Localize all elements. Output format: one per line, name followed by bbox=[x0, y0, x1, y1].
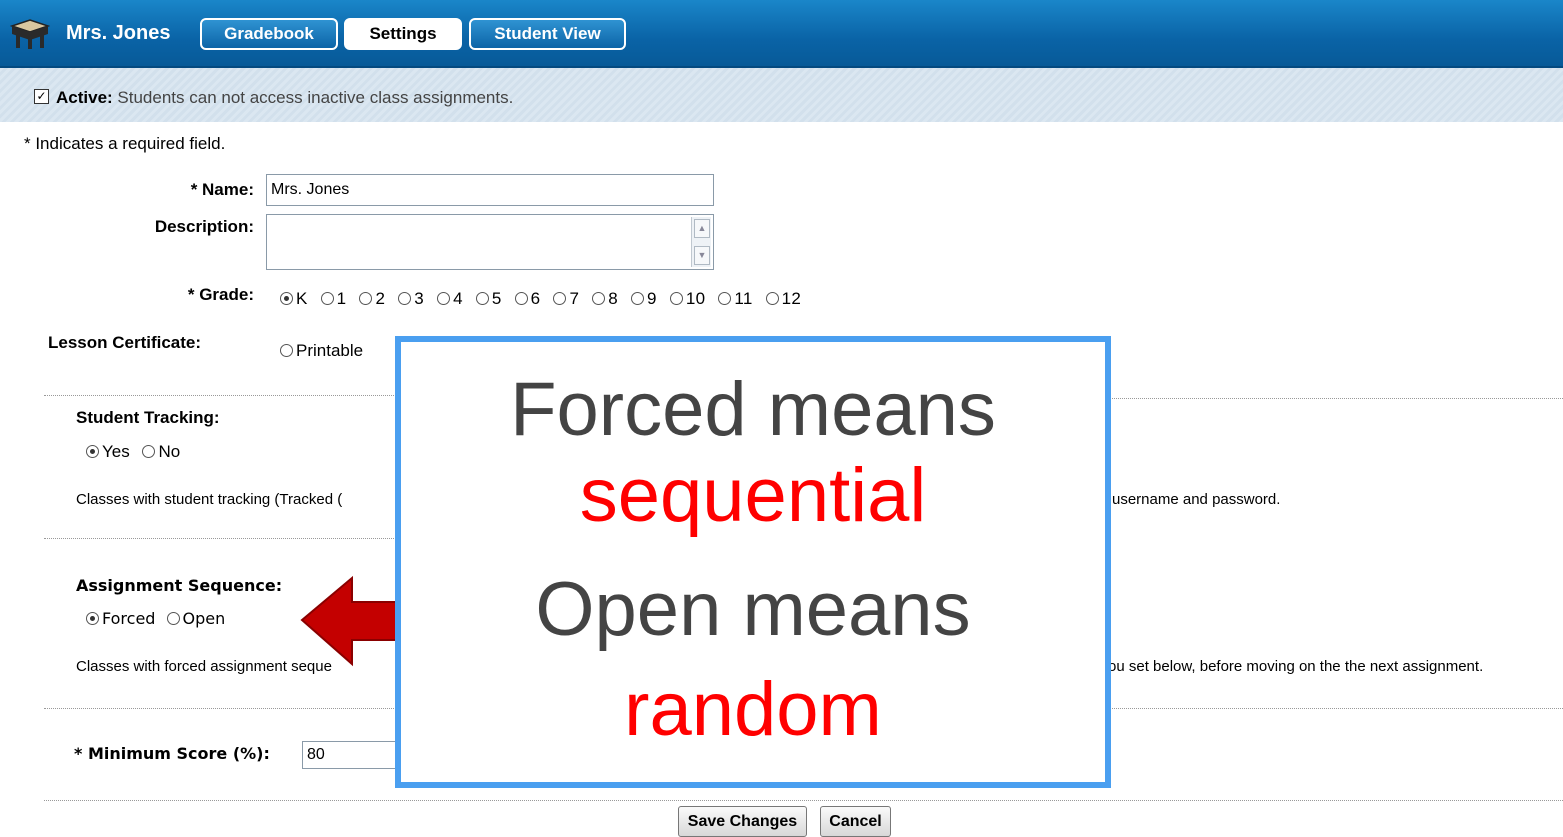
save-changes-button[interactable]: Save Changes bbox=[678, 806, 807, 837]
sequence-option-open[interactable]: Open bbox=[166, 609, 226, 628]
callout-line-random: random bbox=[624, 667, 882, 752]
grade-label: * Grade: bbox=[187, 285, 254, 304]
grade-option-label: 8 bbox=[608, 289, 619, 308]
radio-icon[interactable] bbox=[669, 292, 683, 305]
sequence-radio-group: Forced Open bbox=[86, 609, 225, 628]
tracking-no-label: No bbox=[158, 442, 181, 461]
grade-option-7[interactable]: 7 bbox=[553, 289, 579, 308]
radio-icon[interactable] bbox=[475, 292, 489, 305]
divider bbox=[44, 538, 404, 539]
desk-logo-icon bbox=[10, 19, 50, 49]
radio-icon[interactable] bbox=[631, 292, 645, 305]
radio-icon[interactable] bbox=[86, 445, 99, 458]
grade-option-k[interactable]: K bbox=[280, 289, 308, 308]
tab-student-view[interactable]: Student View bbox=[469, 18, 626, 50]
grade-option-4[interactable]: 4 bbox=[437, 289, 463, 308]
radio-icon[interactable] bbox=[280, 344, 293, 357]
active-label: Active: bbox=[56, 88, 113, 107]
tracking-yes-label: Yes bbox=[102, 442, 130, 461]
radio-icon[interactable] bbox=[142, 445, 156, 458]
tab-gradebook[interactable]: Gradebook bbox=[200, 18, 338, 50]
tracking-option-no[interactable]: No bbox=[142, 442, 180, 461]
required-field-note: * Indicates a required field. bbox=[24, 134, 226, 153]
grade-option-label: 10 bbox=[685, 289, 706, 308]
name-input[interactable]: Mrs. Jones bbox=[266, 174, 714, 206]
radio-icon[interactable] bbox=[553, 292, 567, 305]
radio-icon[interactable] bbox=[437, 292, 451, 305]
callout-line-open-means: Open means bbox=[535, 567, 971, 652]
sequence-description-left: Classes with forced assignment seque bbox=[76, 658, 332, 675]
scroll-down-icon[interactable]: ▼ bbox=[694, 246, 710, 265]
tracking-description-right: username and password. bbox=[1112, 491, 1281, 508]
grade-option-label: 12 bbox=[781, 289, 802, 308]
grade-option-9[interactable]: 9 bbox=[631, 289, 657, 308]
student-tracking-label: Student Tracking: bbox=[76, 408, 220, 427]
description-label: Description: bbox=[154, 217, 254, 236]
divider bbox=[44, 395, 404, 396]
grade-option-2[interactable]: 2 bbox=[359, 289, 385, 308]
divider bbox=[1104, 708, 1563, 709]
grade-option-label: 6 bbox=[530, 289, 541, 308]
description-textarea[interactable] bbox=[266, 214, 714, 270]
name-label: * Name: bbox=[190, 180, 254, 199]
grade-option-label: 11 bbox=[734, 289, 753, 308]
grade-option-label: K bbox=[296, 289, 308, 308]
grade-radio-group: K 1 2 3 4 5 6 7 8 9 10 11 12 bbox=[280, 289, 809, 309]
scroll-up-icon[interactable]: ▲ bbox=[694, 219, 710, 238]
active-status-text: Active: Students can not access inactive… bbox=[56, 88, 513, 108]
grade-option-12[interactable]: 12 bbox=[765, 289, 802, 308]
grade-option-label: 2 bbox=[375, 289, 386, 308]
active-description: Students can not access inactive class a… bbox=[112, 88, 514, 107]
radio-icon[interactable] bbox=[592, 292, 606, 305]
callout-line-sequential: sequential bbox=[579, 453, 927, 538]
assignment-sequence-label: Assignment Sequence: bbox=[76, 576, 283, 595]
grade-option-11[interactable]: 11 bbox=[718, 289, 752, 308]
tracking-option-yes[interactable]: Yes bbox=[86, 442, 130, 461]
description-scrollbar[interactable]: ▲ ▼ bbox=[691, 217, 711, 267]
radio-icon[interactable] bbox=[359, 292, 373, 305]
grade-option-1[interactable]: 1 bbox=[320, 289, 347, 308]
minimum-score-label: * Minimum Score (%): bbox=[74, 744, 270, 763]
tracking-description-left: Classes with student tracking (Tracked ( bbox=[76, 491, 343, 508]
grade-option-8[interactable]: 8 bbox=[592, 289, 618, 308]
cancel-button[interactable]: Cancel bbox=[820, 806, 891, 837]
radio-icon[interactable] bbox=[320, 292, 334, 305]
radio-icon[interactable] bbox=[718, 292, 732, 305]
sequence-option-forced[interactable]: Forced bbox=[86, 609, 155, 628]
tab-settings[interactable]: Settings bbox=[344, 18, 462, 50]
grade-option-label: 7 bbox=[569, 289, 580, 308]
grade-option-label: 1 bbox=[336, 289, 347, 308]
divider bbox=[44, 708, 404, 709]
callout-line-forced-means: Forced means bbox=[510, 367, 996, 452]
grade-option-10[interactable]: 10 bbox=[669, 289, 706, 308]
grade-option-5[interactable]: 5 bbox=[475, 289, 502, 308]
callout-box: Forced means sequential Open means rando… bbox=[395, 336, 1111, 788]
top-navigation-bar: Mrs. Jones Gradebook Settings Student Vi… bbox=[0, 0, 1563, 68]
grade-option-3[interactable]: 3 bbox=[398, 289, 424, 308]
radio-icon[interactable] bbox=[166, 612, 180, 625]
lesson-certificate-label: Lesson Certificate: bbox=[48, 333, 202, 352]
minimum-score-input[interactable]: 80 bbox=[302, 741, 398, 769]
radio-icon[interactable] bbox=[765, 292, 779, 305]
red-arrow-icon bbox=[300, 575, 399, 667]
sequence-forced-label: Forced bbox=[102, 609, 156, 628]
certificate-option-label: Printable bbox=[296, 341, 364, 360]
certificate-option-printable[interactable]: Printable bbox=[280, 341, 363, 361]
radio-icon[interactable] bbox=[280, 292, 293, 305]
grade-option-label: 4 bbox=[453, 289, 463, 308]
tracking-radio-group: Yes No bbox=[86, 442, 180, 462]
grade-option-6[interactable]: 6 bbox=[514, 289, 541, 308]
radio-icon[interactable] bbox=[514, 292, 528, 305]
sequence-description-right: ou set below, before moving on the the n… bbox=[1108, 658, 1484, 675]
grade-option-label: 9 bbox=[647, 289, 657, 308]
radio-icon[interactable] bbox=[86, 612, 99, 625]
sequence-open-label: Open bbox=[182, 609, 226, 628]
divider bbox=[44, 800, 1563, 801]
grade-option-label: 3 bbox=[414, 289, 425, 308]
class-name-title: Mrs. Jones bbox=[66, 22, 171, 44]
grade-option-label: 5 bbox=[491, 289, 502, 308]
radio-icon[interactable] bbox=[398, 292, 412, 305]
active-checkbox[interactable]: ✓ bbox=[34, 89, 49, 104]
divider bbox=[1104, 398, 1563, 399]
